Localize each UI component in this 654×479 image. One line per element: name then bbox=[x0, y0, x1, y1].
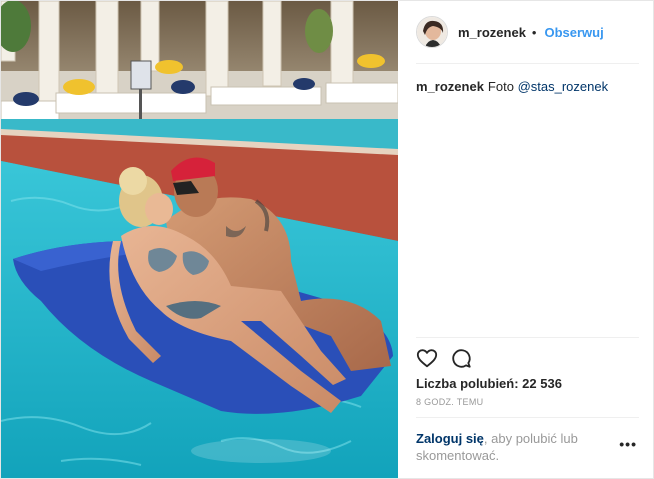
username-link[interactable]: m_rozenek bbox=[458, 25, 526, 40]
comments-area bbox=[416, 96, 639, 337]
instagram-post: m_rozenek • Obserwuj m_rozenek Foto @stas… bbox=[0, 0, 654, 479]
caption-text: Foto bbox=[487, 79, 514, 94]
comment-icon[interactable] bbox=[450, 347, 472, 369]
post-caption: m_rozenek Foto @stas_rozenek bbox=[416, 78, 639, 96]
caption-mention[interactable]: @stas_rozenek bbox=[518, 79, 609, 94]
avatar[interactable] bbox=[416, 16, 448, 48]
post-timestamp[interactable]: 8 GODZ. TEMU bbox=[416, 397, 639, 407]
post-photo[interactable] bbox=[1, 1, 398, 478]
login-link[interactable]: Zaloguj się bbox=[416, 431, 484, 446]
caption-username[interactable]: m_rozenek bbox=[416, 79, 484, 94]
heart-icon[interactable] bbox=[416, 347, 438, 369]
login-prompt: Zaloguj się, aby polubić lub skomentować… bbox=[416, 417, 639, 478]
follow-button[interactable]: Obserwuj bbox=[544, 25, 603, 40]
action-bar bbox=[416, 337, 639, 372]
pool-photo-illustration bbox=[1, 1, 398, 478]
post-header: m_rozenek • Obserwuj bbox=[416, 1, 639, 64]
avatar-image bbox=[417, 17, 447, 47]
more-options-button[interactable]: ••• bbox=[619, 436, 637, 453]
separator-dot: • bbox=[531, 24, 537, 40]
likes-count[interactable]: Liczba polubień: 22 536 bbox=[416, 376, 639, 391]
post-side-panel: m_rozenek • Obserwuj m_rozenek Foto @stas… bbox=[398, 1, 653, 478]
